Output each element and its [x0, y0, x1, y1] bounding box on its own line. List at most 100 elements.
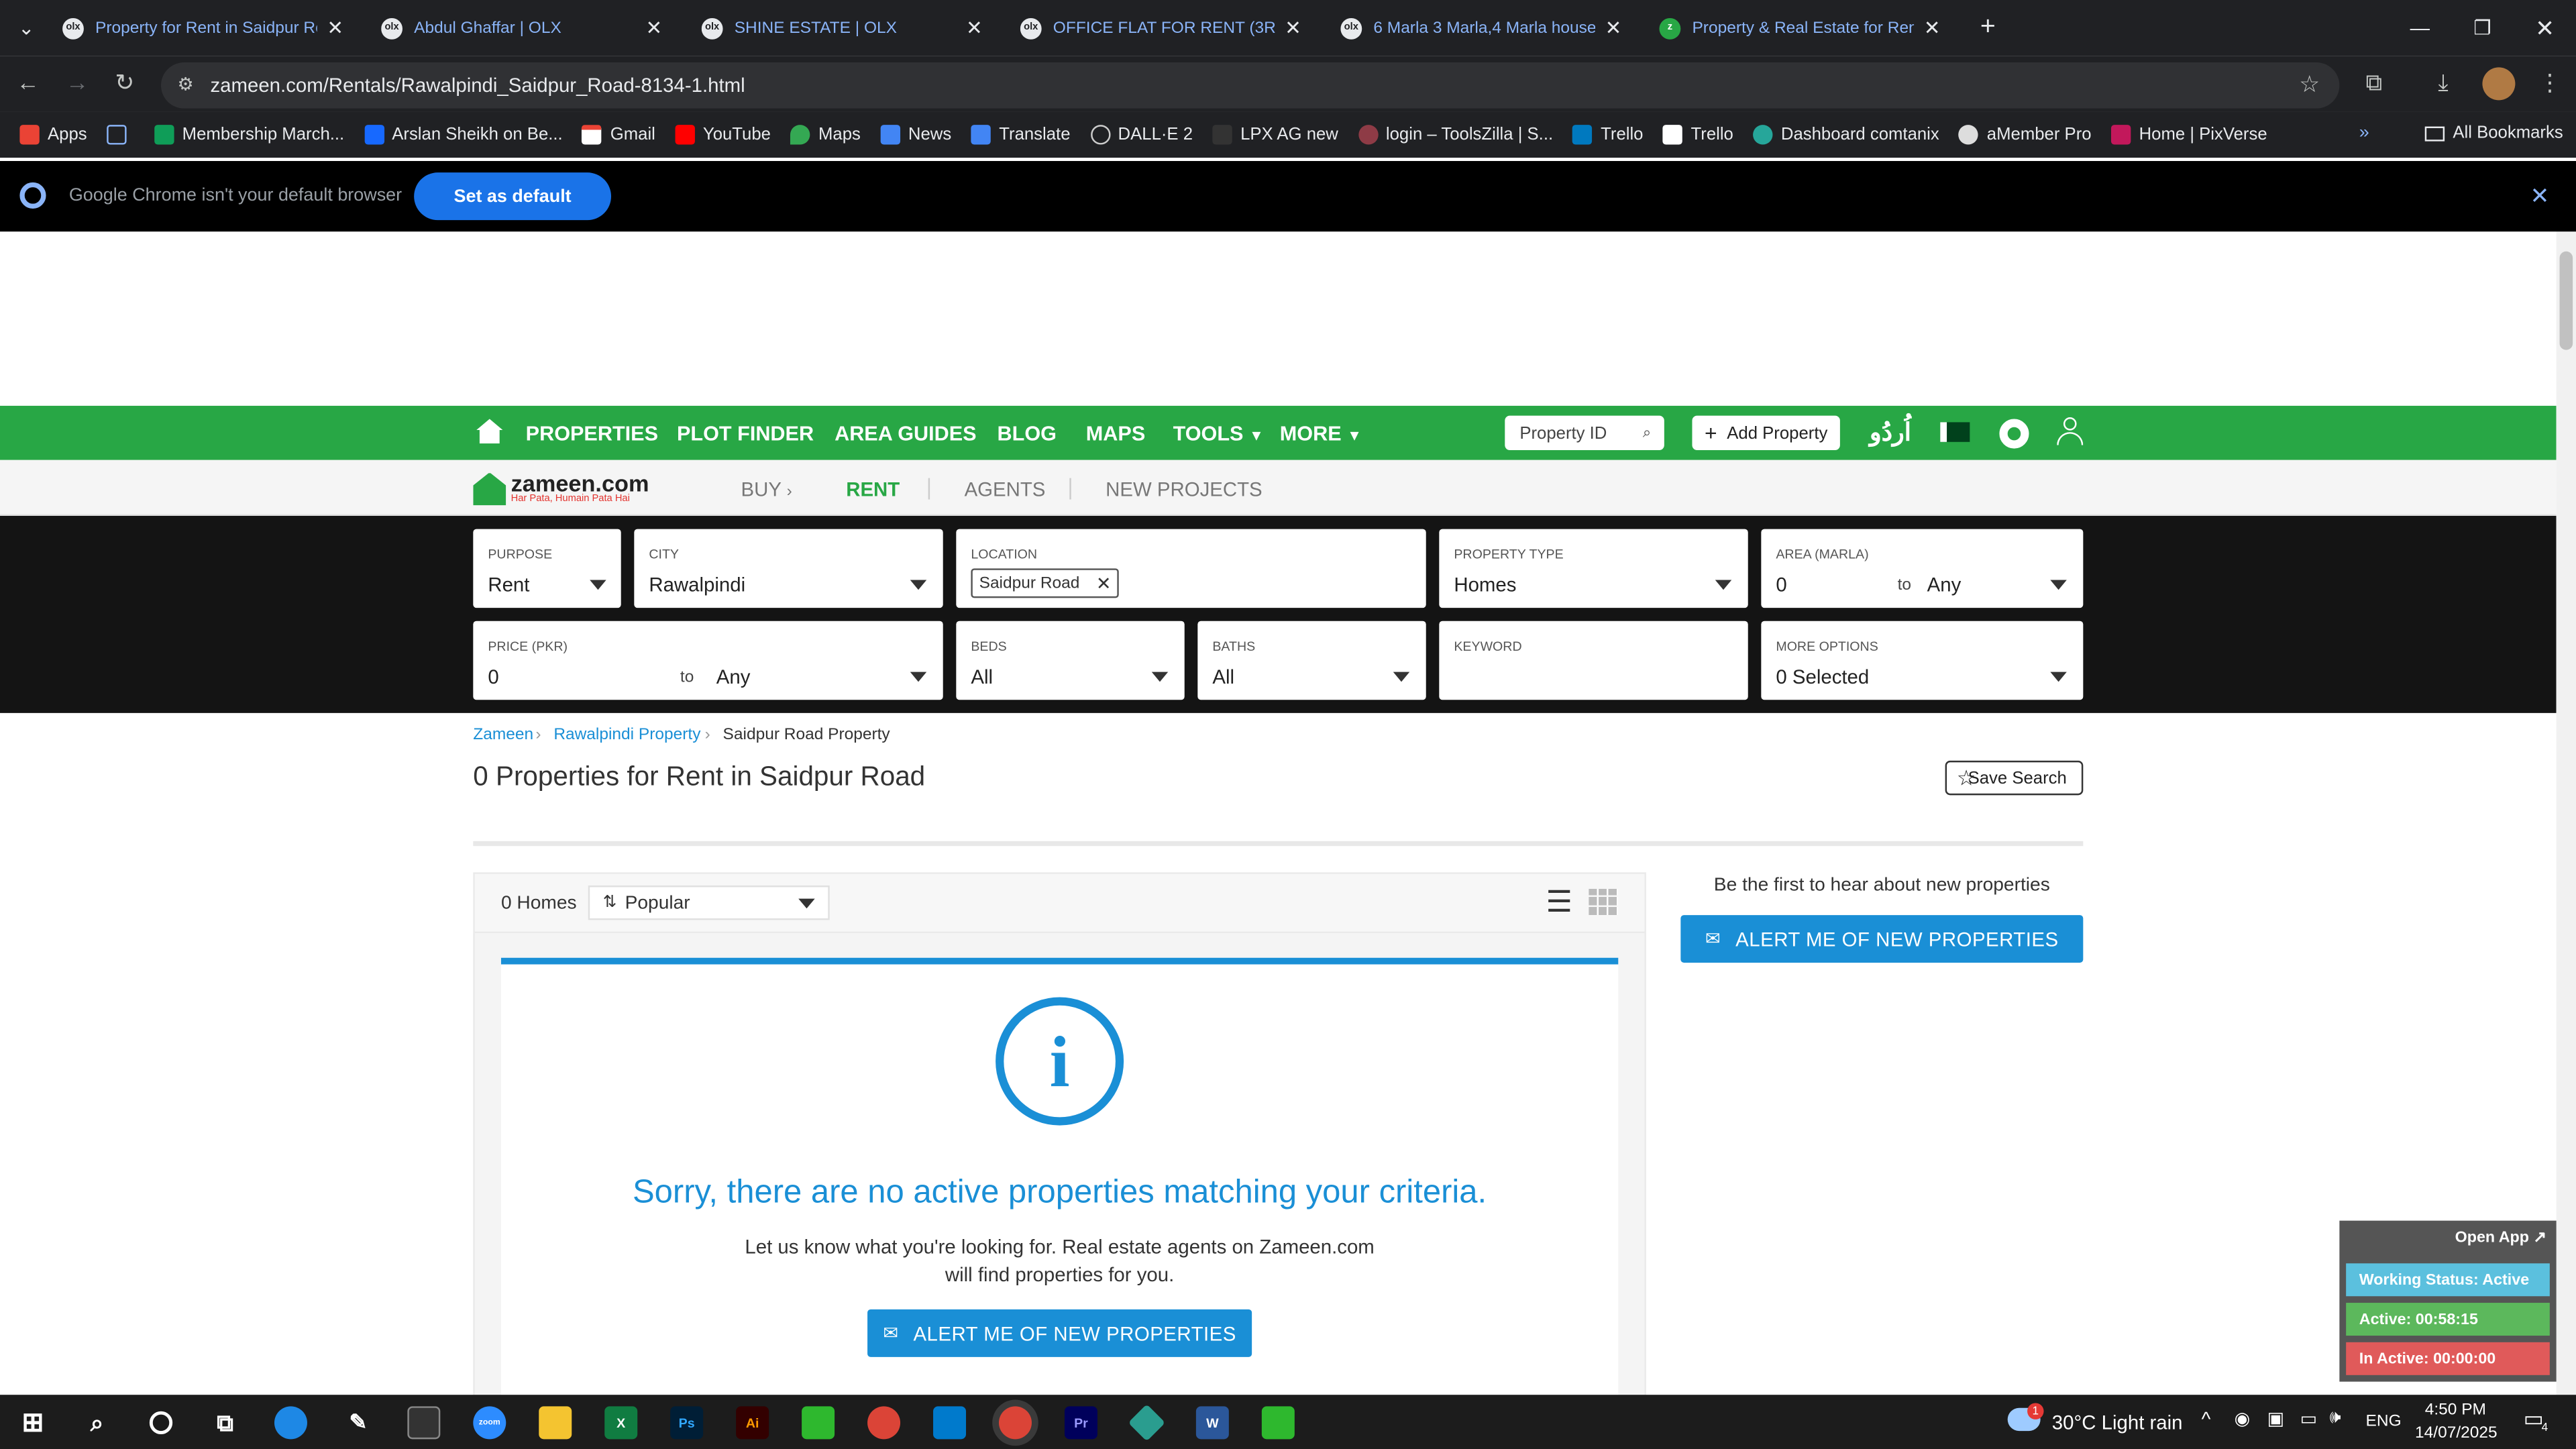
- pakistan-flag-icon[interactable]: [1940, 422, 1970, 442]
- keyword-input[interactable]: KEYWORD: [1439, 621, 1748, 700]
- scrollbar-thumb[interactable]: [2559, 251, 2573, 350]
- close-tab-icon[interactable]: ✕: [645, 16, 662, 39]
- language-indicator[interactable]: ENG: [2366, 1413, 2402, 1431]
- nav-plot-finder[interactable]: PLOT FINDER: [677, 422, 814, 445]
- home-icon[interactable]: [476, 419, 503, 444]
- cortana-icon[interactable]: [149, 1411, 173, 1434]
- subnav-new-projects[interactable]: NEW PROJECTS: [1106, 478, 1262, 501]
- forward-icon[interactable]: →: [66, 69, 89, 95]
- bookmark-behance[interactable]: Arslan Sheikh on Be...: [364, 125, 563, 145]
- sort-select[interactable]: ⇅ Popular: [588, 885, 830, 920]
- pen-icon[interactable]: ✎: [341, 1406, 374, 1439]
- zoom-icon[interactable]: zoom: [473, 1406, 506, 1440]
- clock-date[interactable]: 14/07/2025: [2415, 1424, 2498, 1442]
- all-bookmarks-folder[interactable]: All Bookmarks: [2424, 123, 2563, 143]
- nav-area-guides[interactable]: AREA GUIDES: [835, 422, 976, 445]
- bookmark-maps[interactable]: Maps: [790, 125, 861, 145]
- property-id-search[interactable]: Property ID ⌕: [1505, 415, 1664, 451]
- baths-select[interactable]: BATHS All: [1197, 621, 1426, 700]
- weather-text[interactable]: 30°C Light rain: [2052, 1411, 2183, 1434]
- tab-1[interactable]: olx Property for Rent in Saidpur Ro ✕: [62, 7, 343, 50]
- close-tab-icon[interactable]: ✕: [1924, 16, 1941, 39]
- tab-search-icon[interactable]: ⌄: [0, 0, 52, 56]
- bookmark-apps[interactable]: Apps: [19, 125, 87, 145]
- bookmark-toolszilla[interactable]: login – ToolsZilla | S...: [1358, 125, 1553, 145]
- location-input[interactable]: LOCATION Saidpur Road ✕: [956, 529, 1426, 608]
- area-range[interactable]: AREA (MARLA) 0 to Any: [1761, 529, 2084, 608]
- photoshop-icon[interactable]: Ps: [670, 1406, 704, 1440]
- volume-icon[interactable]: 🕪: [2330, 1408, 2341, 1430]
- nav-tools[interactable]: TOOLS ▼: [1173, 422, 1264, 445]
- minimize-icon[interactable]: —: [2389, 0, 2451, 56]
- download-icon[interactable]: ⤓: [2438, 69, 2448, 97]
- chrome-active-icon[interactable]: [998, 1406, 1032, 1440]
- breadcrumb-zameen[interactable]: Zameen: [473, 726, 533, 744]
- menu-kebab-icon[interactable]: ⋮: [2538, 69, 2561, 97]
- tab-3[interactable]: olx SHINE ESTATE | OLX ✕: [701, 7, 983, 50]
- task-view-icon[interactable]: ⧉: [209, 1406, 241, 1439]
- bookmark-lpx[interactable]: LPX AG new: [1212, 125, 1338, 145]
- vscode-icon[interactable]: [933, 1406, 967, 1440]
- word-icon[interactable]: W: [1195, 1406, 1229, 1440]
- extensions-icon[interactable]: ⧉: [2366, 69, 2382, 97]
- profile-avatar[interactable]: [2482, 67, 2516, 101]
- price-min[interactable]: 0: [488, 665, 498, 688]
- user-icon[interactable]: [2057, 417, 2084, 447]
- more-bookmarks-icon[interactable]: »: [2359, 123, 2369, 143]
- bookmark-pixverse[interactable]: Home | PixVerse: [2110, 125, 2267, 145]
- search-icon[interactable]: ⌕: [1643, 424, 1651, 442]
- tab-6-active[interactable]: z Property & Real Estate for Rent ✕: [1659, 7, 1940, 50]
- close-tab-icon[interactable]: ✕: [966, 16, 983, 39]
- site-info-icon[interactable]: ⚙: [177, 74, 193, 95]
- nav-blog[interactable]: BLOG: [998, 422, 1057, 445]
- chrome-taskbar-icon[interactable]: [867, 1406, 901, 1440]
- settings-gear-icon[interactable]: [1999, 419, 2029, 449]
- beds-select[interactable]: BEDS All: [956, 621, 1185, 700]
- bookmark-star-icon[interactable]: ☆: [2299, 70, 2320, 99]
- save-search-button[interactable]: ☆ Save Search: [1945, 760, 2084, 796]
- bookmark-membership[interactable]: Membership March...: [154, 125, 344, 145]
- set-as-default-button[interactable]: Set as default: [414, 172, 612, 221]
- chevron-up-icon[interactable]: ^: [2202, 1408, 2211, 1431]
- terminal-icon[interactable]: [407, 1406, 441, 1440]
- search-icon[interactable]: ⌕: [80, 1406, 113, 1439]
- location-chip[interactable]: Saidpur Road ✕: [971, 568, 1120, 598]
- add-property-button[interactable]: + Add Property: [1692, 415, 1840, 451]
- bookmark-trello-2[interactable]: Trello: [1662, 125, 1733, 145]
- bookmark-gmail[interactable]: Gmail: [582, 125, 655, 145]
- file-explorer-icon[interactable]: [539, 1406, 572, 1440]
- bookmark-grid[interactable]: [107, 125, 135, 145]
- new-tab-icon[interactable]: +: [1965, 0, 2011, 56]
- restore-icon[interactable]: ❐: [2451, 0, 2514, 56]
- display-icon[interactable]: ▣: [2267, 1408, 2284, 1429]
- bookmark-news[interactable]: News: [880, 125, 951, 145]
- windows-start-icon[interactable]: ⊞: [16, 1406, 49, 1439]
- price-range[interactable]: PRICE (PKR) 0 to Any: [473, 621, 943, 700]
- close-infobar-icon[interactable]: ✕: [2530, 182, 2549, 211]
- subnav-agents[interactable]: AGENTS: [965, 478, 1046, 501]
- close-tab-icon[interactable]: ✕: [327, 16, 343, 39]
- edge-icon[interactable]: [274, 1406, 307, 1440]
- notifications-icon[interactable]: ▭: [2524, 1406, 2544, 1432]
- list-view-icon[interactable]: ☰: [1546, 887, 1573, 916]
- nav-properties[interactable]: PROPERTIES: [526, 422, 658, 445]
- zameen-logo[interactable]: zameen.com Har Pata, Humain Pata Hai: [473, 472, 649, 506]
- subnav-buy[interactable]: BUY ›: [741, 478, 792, 501]
- open-app-link[interactable]: Open App ↗: [2455, 1229, 2546, 1247]
- more-options-select[interactable]: MORE OPTIONS 0 Selected: [1761, 621, 2084, 700]
- property-type-select[interactable]: PROPERTY TYPE Homes: [1439, 529, 1748, 608]
- clock-time[interactable]: 4:50 PM: [2425, 1401, 2486, 1419]
- address-bar[interactable]: ⚙ zameen.com/Rentals/Rawalpindi_Saidpur_…: [161, 62, 2340, 109]
- app-green-icon[interactable]: [802, 1406, 835, 1440]
- nav-maps[interactable]: MAPS: [1086, 422, 1145, 445]
- network-icon[interactable]: ▭: [2300, 1408, 2317, 1429]
- price-max[interactable]: Any: [716, 665, 751, 688]
- back-icon[interactable]: ←: [16, 69, 39, 95]
- premiere-icon[interactable]: Pr: [1064, 1406, 1097, 1440]
- urdu-language-link[interactable]: اُردُو: [1870, 417, 1911, 447]
- area-max[interactable]: Any: [1927, 574, 1962, 596]
- bookmark-dalle[interactable]: DALL·E 2: [1089, 125, 1193, 145]
- area-min[interactable]: 0: [1776, 574, 1786, 596]
- tab-5[interactable]: olx 6 Marla 3 Marla,4 Marla house ✕: [1340, 7, 1621, 50]
- bookmark-dashboard[interactable]: Dashboard comtanix: [1753, 125, 1939, 145]
